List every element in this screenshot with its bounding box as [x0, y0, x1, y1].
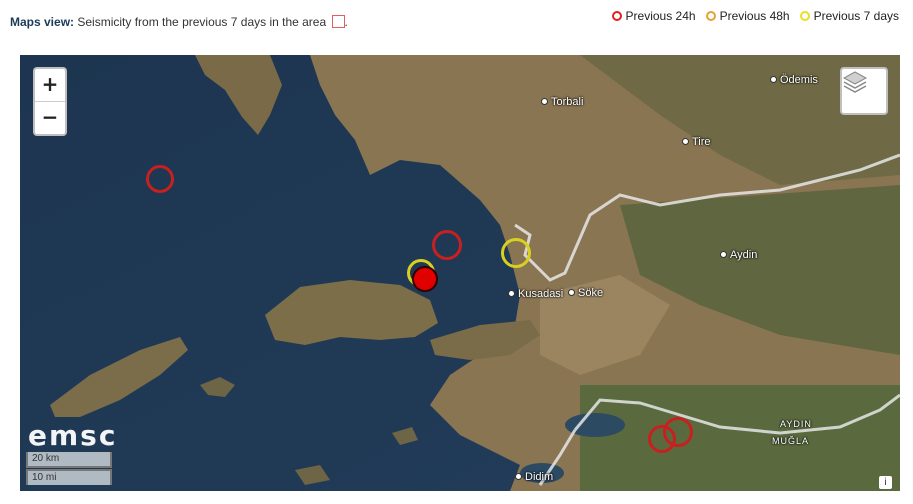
yellow-ring-icon: [799, 11, 810, 21]
quake-marker-latest[interactable]: [412, 266, 438, 292]
legend-label-48h: Previous 48h: [719, 9, 790, 23]
caption-label: Maps view:: [10, 15, 75, 29]
map-caption: Maps view: Seismicity from the previous …: [10, 15, 348, 29]
scale-bar: 20 km 10 mi: [26, 451, 112, 485]
layers-icon: [842, 71, 868, 93]
legend-item-48h: Previous 48h: [705, 9, 790, 23]
zoom-out-button[interactable]: −: [35, 101, 65, 134]
scale-mi: 10 mi: [26, 469, 112, 485]
place-torbali: Torbali: [541, 96, 583, 108]
map-canvas[interactable]: + − Ödemis Torbali Tire Aydin Kusadasi S…: [20, 55, 900, 491]
place-kusadasi: Kusadasi: [508, 288, 563, 300]
place-didim: Didim: [515, 471, 553, 483]
quake-marker[interactable]: [432, 230, 462, 260]
legend-label-7d: Previous 7 days: [813, 9, 899, 23]
map-terrain: [20, 55, 900, 491]
zoom-in-button[interactable]: +: [35, 69, 65, 101]
red-ring-icon: [611, 11, 622, 21]
scale-km: 20 km: [26, 452, 112, 468]
attribution-button[interactable]: i: [879, 476, 892, 489]
place-aydin: Aydin: [720, 249, 757, 261]
caption-text: Seismicity from the previous 7 days in t…: [77, 15, 327, 29]
caption-suffix: .: [344, 15, 348, 29]
orange-ring-icon: [705, 11, 716, 21]
quake-marker[interactable]: [501, 238, 531, 268]
place-odemis: Ödemis: [770, 74, 818, 86]
zoom-control: + −: [33, 67, 67, 136]
area-box-icon: [331, 15, 345, 28]
place-soke: Söke: [568, 287, 603, 299]
legend-label-24h: Previous 24h: [625, 9, 696, 23]
place-tire: Tire: [682, 136, 711, 148]
legend-item-7d: Previous 7 days: [799, 9, 899, 23]
quake-marker[interactable]: [146, 165, 174, 193]
region-label-mugla: MUĞLA: [772, 436, 810, 446]
legend-item-24h: Previous 24h: [611, 9, 696, 23]
legend: Previous 24h Previous 48h Previous 7 day…: [611, 9, 899, 23]
layers-button[interactable]: [840, 67, 888, 115]
emsc-logo: emsc: [28, 419, 118, 452]
region-label-aydin: AYDIN: [780, 419, 812, 429]
quake-marker[interactable]: [648, 425, 676, 453]
